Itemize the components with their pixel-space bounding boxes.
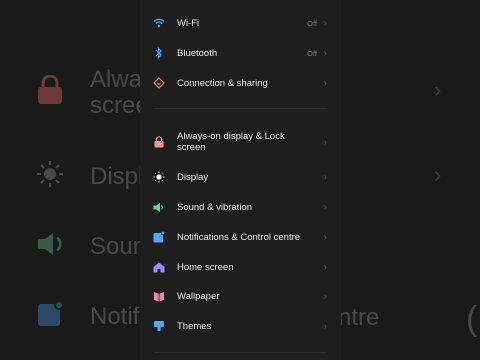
chevron-right-icon: › <box>323 261 327 273</box>
settings-item-label: Display <box>177 171 209 183</box>
bg-text-display: Displ <box>90 163 144 190</box>
settings-item-label: Wi-Fi <box>177 17 200 29</box>
settings-item-label: Sound & vibration <box>177 201 252 213</box>
settings-item-wallpaper[interactable]: Wallpaper › <box>140 281 341 311</box>
bg-text-sound: Soun <box>90 233 147 260</box>
settings-item-label: Connection & sharing <box>177 77 268 89</box>
chevron-right-icon: › <box>434 162 442 187</box>
lock-icon <box>153 136 165 148</box>
settings-item-home-screen[interactable]: Home screen › <box>140 252 341 282</box>
section-divider <box>154 108 327 109</box>
settings-item-label: Themes <box>177 320 212 332</box>
chevron-right-icon: › <box>434 77 442 102</box>
status-value: Off <box>307 48 317 58</box>
wallpaper-icon <box>153 290 165 302</box>
sun-icon <box>153 171 165 183</box>
notification-icon <box>36 300 64 333</box>
settings-item-label: Wallpaper <box>177 290 220 302</box>
settings-item-sound-vibration[interactable]: Sound & vibration › <box>140 192 341 222</box>
themes-icon <box>153 320 165 332</box>
lock-icon <box>36 74 64 110</box>
connection-icon <box>153 77 165 89</box>
chevron-right-icon: › <box>323 136 327 148</box>
settings-item-wifi[interactable]: Wi-Fi Off › <box>140 8 341 38</box>
status-value: Off <box>307 18 317 28</box>
bg-paren-right: ( <box>466 300 478 338</box>
chevron-right-icon: › <box>323 231 327 243</box>
chevron-right-icon: › <box>323 201 327 213</box>
chevron-right-icon: › <box>323 47 327 59</box>
bg-text-centre: ntre <box>338 304 380 331</box>
settings-item-lock-screen[interactable]: Always-on display & Lock screen › <box>140 127 341 157</box>
settings-item-label: Home screen <box>177 261 234 273</box>
chevron-right-icon: › <box>323 171 327 183</box>
settings-item-label: Always-on display & Lock screen <box>177 131 285 153</box>
home-icon <box>153 261 165 273</box>
section-divider <box>154 352 327 353</box>
wifi-icon <box>153 17 165 29</box>
chevron-right-icon: › <box>323 17 327 29</box>
sun-icon <box>36 160 64 193</box>
speaker-icon <box>36 230 66 263</box>
chevron-right-icon: › <box>323 77 327 89</box>
settings-item-connection-sharing[interactable]: Connection & sharing › <box>140 68 341 98</box>
settings-item-notifications[interactable]: Notifications & Control centre › <box>140 222 341 252</box>
bluetooth-icon <box>153 47 165 59</box>
settings-item-label: Notifications & Control centre <box>177 231 301 243</box>
chevron-right-icon: › <box>323 290 327 302</box>
settings-item-display[interactable]: Display › <box>140 162 341 192</box>
bg-text-notifications: Notif <box>90 303 140 330</box>
notification-icon <box>153 231 165 243</box>
chevron-right-icon: › <box>323 320 327 332</box>
settings-item-label: Bluetooth <box>177 47 218 59</box>
settings-screen: Wi-Fi Off › Bluetooth Off › Connection &… <box>140 0 341 360</box>
settings-item-bluetooth[interactable]: Bluetooth Off › <box>140 38 341 68</box>
speaker-icon <box>153 201 165 213</box>
settings-item-themes[interactable]: Themes › <box>140 311 341 341</box>
bg-text-lock-1: Alwa <box>90 66 143 93</box>
